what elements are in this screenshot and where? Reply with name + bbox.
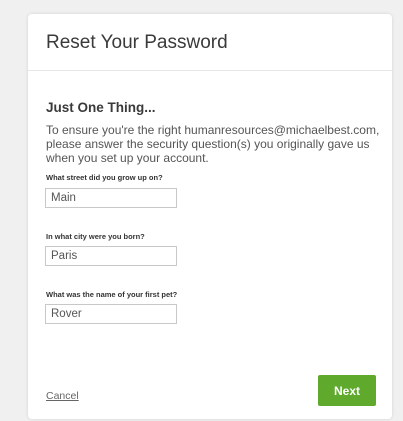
section-subtitle: Just One Thing...	[46, 100, 156, 115]
next-button[interactable]: Next	[318, 375, 376, 406]
title-divider	[28, 70, 392, 71]
question-city-label: In what city were you born?	[46, 232, 145, 241]
question-street-input[interactable]	[45, 188, 177, 208]
question-pet-label: What was the name of your first pet?	[46, 290, 178, 299]
cancel-link[interactable]: Cancel	[46, 390, 79, 402]
intro-text: To ensure you're the right humanresource…	[46, 123, 380, 165]
question-street-label: What street did you grow up on?	[46, 173, 163, 182]
reset-password-card: Reset Your Password Just One Thing... To…	[28, 14, 392, 419]
page-title: Reset Your Password	[46, 32, 228, 53]
question-pet-input[interactable]	[45, 304, 177, 324]
question-city-input[interactable]	[45, 246, 177, 266]
